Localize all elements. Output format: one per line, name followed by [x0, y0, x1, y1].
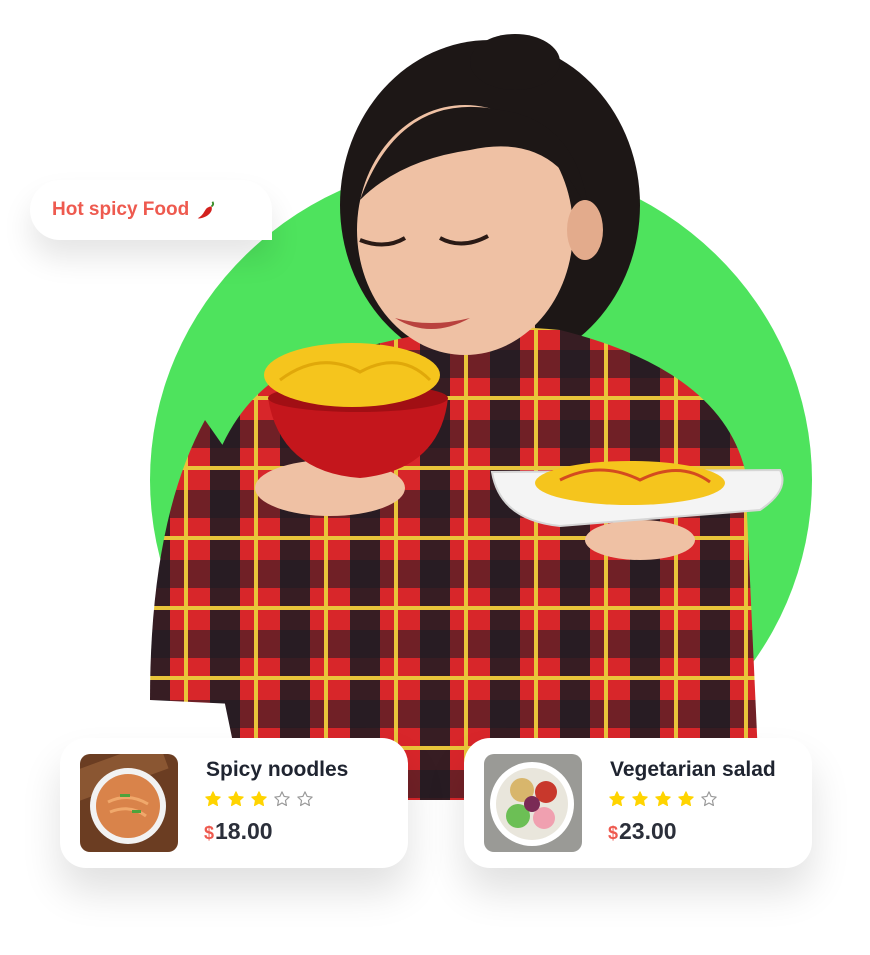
price-value: 18.00 — [215, 818, 273, 844]
star-filled-icon — [250, 790, 268, 808]
star-empty-icon — [273, 790, 291, 808]
star-filled-icon — [227, 790, 245, 808]
vegetarian-salad-image — [484, 754, 582, 852]
currency-symbol: $ — [608, 823, 619, 843]
price-value: 23.00 — [619, 818, 677, 844]
currency-symbol: $ — [204, 823, 215, 843]
product-name: Spicy noodles — [206, 758, 349, 781]
star-filled-icon — [631, 790, 649, 808]
rating-stars — [608, 790, 718, 808]
product-price: $23.00 — [608, 818, 677, 845]
product-card-spicy-noodles[interactable]: Spicy noodles $18.00 — [60, 738, 408, 868]
product-price: $18.00 — [204, 818, 273, 845]
star-filled-icon — [608, 790, 626, 808]
bubble-text: Hot spicy Food — [52, 199, 190, 220]
hot-spicy-food-bubble: Hot spicy Food — [30, 180, 272, 240]
star-empty-icon — [296, 790, 314, 808]
star-filled-icon — [677, 790, 695, 808]
star-empty-icon — [700, 790, 718, 808]
product-card-vegetarian-salad[interactable]: Vegetarian salad $23.00 — [464, 738, 812, 868]
star-filled-icon — [204, 790, 222, 808]
chili-pepper-icon — [195, 199, 217, 221]
star-filled-icon — [654, 790, 672, 808]
spicy-noodles-image — [80, 754, 178, 852]
rating-stars — [204, 790, 314, 808]
product-name: Vegetarian salad — [610, 758, 776, 781]
